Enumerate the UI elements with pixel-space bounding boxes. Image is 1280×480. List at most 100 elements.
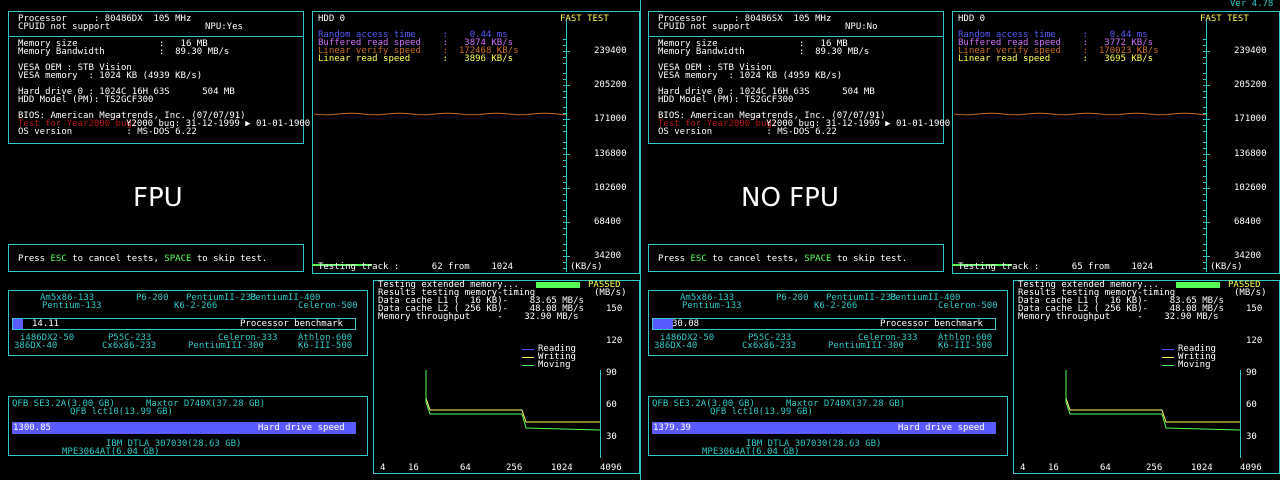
hdd-scale-tick [563,51,570,52]
hdd-scale-tick [563,268,567,270]
memory-scale-label: 90 [1246,368,1257,378]
hdd-scale-tick [563,131,567,133]
hdd-scale-tick [1203,57,1207,58]
hdd-scale-tick [563,256,570,258]
memory-progress-bar [1176,282,1220,288]
hdd-scale-tick [563,228,567,229]
hdd-scale-tick [563,73,567,75]
kbs-unit-label: (KB/s) [570,262,603,272]
mbs-unit-label: (MB/s) [594,288,627,298]
hint-text: Press [658,254,691,264]
memory-scale-label: 150 [606,304,623,314]
cpu-reference-label: Pentium-133 [42,301,102,311]
hdd-bench-label: Hard drive speed [898,423,985,433]
hdd-scale-tick [1203,153,1210,155]
cpu-reference-label: PentiumIII-300 [188,341,264,351]
cpu-reference-label: Cx6x86-233 [102,341,157,351]
memory-x-label: 256 [1146,463,1163,473]
hint-text: to cancel tests, [66,254,165,264]
hdd-scale-tick [563,79,567,81]
benchmark-panel: Processor : 80486DX 105 MHz CPUID not sup… [0,0,640,480]
memory-x-label: 256 [506,463,523,473]
memory-scale-label: 60 [1246,400,1257,410]
memory-x-label: 4 [380,463,386,473]
hdd-scale-tick [1203,193,1207,195]
hdd-scale-label: 205200 [1234,80,1267,91]
hdd-scale-label: 68400 [594,217,622,227]
hdd-scale-tick [1203,141,1207,143]
memory-x-label: 16 [408,463,419,473]
hdd-scale-label: 102600 [594,182,627,193]
cpu-bench-label: Processor benchmark [240,319,343,329]
vesa-memory-line: VESA memory : 1024 KB (4939 KB/s) [18,71,203,81]
legend-writing-swatch [1162,357,1174,358]
hdd-title: HDD 0 [318,14,346,24]
memory-curve [1065,370,1241,431]
cpu-reference-label: P6-200 [136,293,169,303]
memory-throughput-line: Memory throughput - 32.90 MB/s [1018,312,1219,322]
hdd-scale-tick [1203,125,1207,127]
panel-title-label: FPU [133,183,183,213]
os-line: OS version : MS-DOS 6.22 [18,127,197,137]
memory-scale-label: 120 [1246,336,1263,346]
cpu-reference-label: K6-2-266 [174,301,218,311]
vesa-memory-line: VESA memory : 1024 KB (4959 KB/s) [658,71,843,81]
cpu-reference-label: Celeron-500 [298,301,358,311]
esc-key-label: ESC [690,254,707,264]
hdd-scale-tick [1203,79,1207,81]
hdd-scale-tick [1203,216,1207,217]
testing-track-line: Testing track : 62 from 1024 [318,262,514,272]
memory-scale-label: 120 [606,336,623,346]
memory-scale-label: 30 [606,432,617,442]
hdd-scale-label: 102600 [1234,182,1267,193]
hdd-speed-trace [313,112,567,116]
hdd-scale-tick [563,210,567,211]
hdd-scale-tick [1203,147,1207,149]
memory-x-label: 16 [1048,463,1059,473]
cpu-reference-label: Cx6x86-233 [742,341,797,351]
hdd-scale-tick [563,199,567,201]
cpu-bench-label: Processor benchmark [880,319,983,329]
benchmark-panel: Processor : 80486SX 105 MHz CPUID not sup… [640,0,1280,480]
cpu-reference-label: K6-2-266 [814,301,858,311]
hint-text: to skip test. [191,254,268,264]
legend-moving-swatch [1162,365,1174,366]
hdd-scale-tick [1203,91,1207,93]
hdd-scale-tick [1203,85,1210,87]
memory-x-label: 4096 [1240,463,1262,473]
hdd-scale-tick [1203,165,1207,167]
hdd-scale-tick [563,159,567,161]
hdd-scale-tick [1203,45,1207,46]
hdd-scale-tick [563,222,570,223]
hdd-scale-tick [1203,73,1207,75]
npu-line: NPU:Yes [205,22,243,32]
hdd-scale-tick [1203,256,1210,258]
legend-moving-label: Moving [538,360,571,370]
legend-reading-swatch [522,349,534,350]
cpu-bench-value: 30.08 [672,319,700,329]
hdd-scale-tick [1203,51,1210,52]
hdd-speed-trace [953,112,1207,116]
memory-bandwidth-line: Memory Bandwidth : 89.30 MB/s [18,47,230,57]
memory-x-label: 1024 [551,463,573,473]
hdd-reference-label: QFB lct10(13.99 GB) [710,407,813,417]
cpu-reference-label: K6-III-500 [298,341,353,351]
hdd-scale-tick [563,125,567,127]
legend-moving-label: Moving [1178,360,1211,370]
hdd-scale-label: 34200 [1234,251,1262,262]
cpuid-line: CPUID not support [658,22,751,32]
cpu-reference-label: Celeron-500 [938,301,998,311]
hdd-scale-tick [563,175,567,177]
hdd-scale-label: 239400 [1234,46,1267,56]
memory-scale-axis [1240,370,1241,458]
cpu-reference-label: PentiumIII-300 [828,341,904,351]
info-divider [8,36,304,37]
hdd-scale-tick [563,97,567,99]
info-divider [648,36,944,37]
hdd-reference-label: QFB lct10(13.99 GB) [70,407,173,417]
mbs-unit-label: (MB/s) [1234,288,1267,298]
hdd-scale-tick [1203,131,1207,133]
hdd-scale-tick [1203,210,1207,211]
legend-writing-swatch [522,357,534,358]
memory-scale-axis [600,370,601,458]
